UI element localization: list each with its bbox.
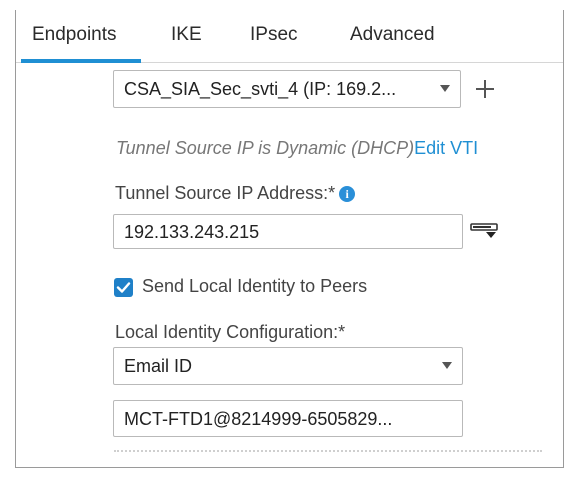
active-tab-indicator — [21, 59, 141, 63]
tab-bar: Endpoints IKE IPsec Advanced — [16, 10, 563, 63]
vti-interface-select[interactable]: CSA_SIA_Sec_svti_4 (IP: 169.2... — [113, 70, 461, 108]
tunnel-source-ip-field[interactable]: 192.133.243.215 — [113, 214, 463, 249]
tunnel-source-note: Tunnel Source IP is Dynamic (DHCP)Edit V… — [116, 138, 478, 159]
checkmark-icon — [116, 282, 131, 293]
info-icon[interactable]: i — [339, 186, 356, 202]
tab-endpoints[interactable]: Endpoints — [32, 24, 117, 46]
local-identity-type-select[interactable]: Email ID — [113, 347, 463, 385]
local-identity-email-value: MCT-FTD1@8214999-6505829... — [124, 409, 393, 429]
local-identity-email-field[interactable]: MCT-FTD1@8214999-6505829... — [113, 400, 463, 437]
tab-advanced[interactable]: Advanced — [350, 24, 435, 46]
tunnel-source-ip-value: 192.133.243.215 — [124, 222, 260, 242]
tunnel-source-note-text: Tunnel Source IP is Dynamic (DHCP) — [116, 138, 415, 158]
tunnel-source-ip-label-text: Tunnel Source IP Address:* — [115, 183, 336, 203]
ip-address-picker-icon[interactable] — [469, 220, 501, 244]
edit-vti-link[interactable]: Edit VTI — [414, 138, 478, 158]
page: Endpoints IKE IPsec Advanced CSA_SIA_Sec… — [0, 0, 580, 490]
endpoints-panel: Endpoints IKE IPsec Advanced CSA_SIA_Sec… — [15, 10, 564, 468]
chevron-down-icon — [442, 362, 452, 369]
tunnel-source-ip-label: Tunnel Source IP Address:* i — [115, 183, 356, 204]
chevron-down-icon — [440, 85, 450, 92]
tab-ike[interactable]: IKE — [171, 24, 202, 46]
divider — [114, 450, 542, 452]
vti-interface-value: CSA_SIA_Sec_svti_4 (IP: 169.2... — [124, 79, 397, 99]
tab-ipsec[interactable]: IPsec — [250, 24, 298, 46]
send-identity-label[interactable]: Send Local Identity to Peers — [142, 276, 367, 297]
local-identity-label: Local Identity Configuration:* — [115, 322, 346, 342]
send-identity-checkbox[interactable] — [114, 278, 133, 297]
local-identity-type-value: Email ID — [124, 356, 193, 376]
plus-icon[interactable] — [474, 78, 496, 100]
